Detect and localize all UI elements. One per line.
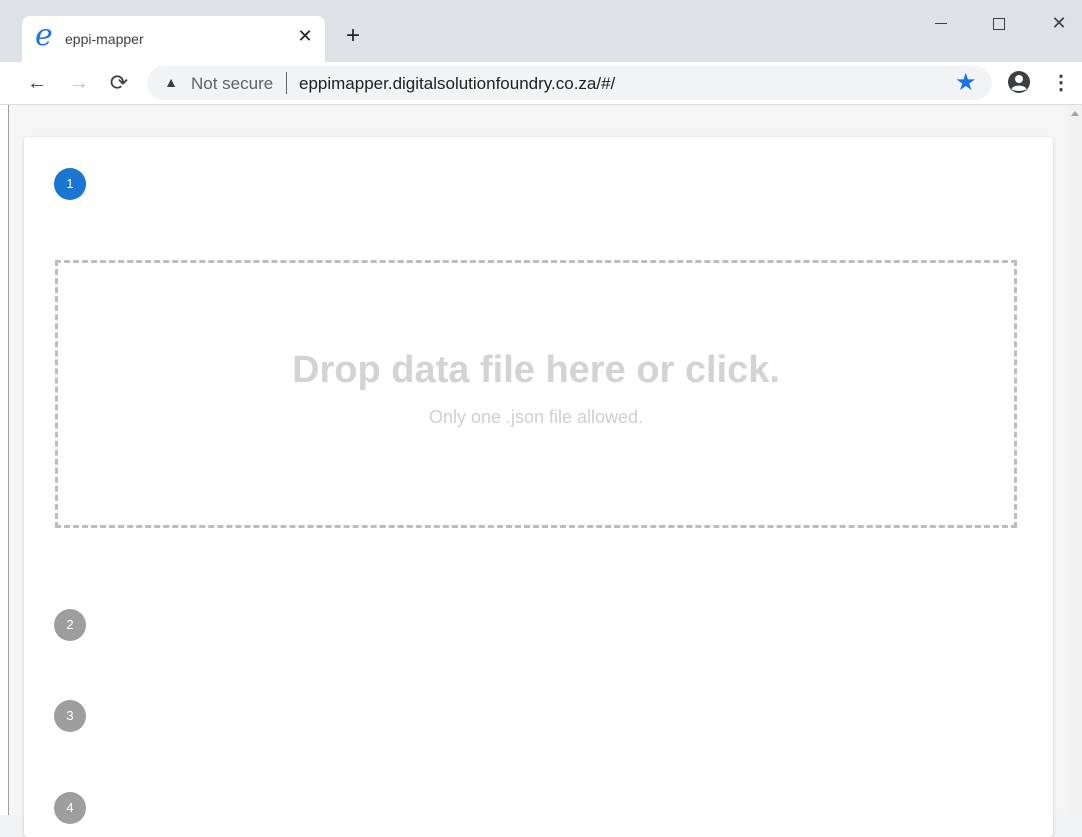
forward-arrow-icon[interactable]: → <box>66 70 92 96</box>
bookmark-star-icon[interactable]: ★ <box>955 69 977 97</box>
maximize-button[interactable] <box>975 8 1021 38</box>
scroll-up-arrow-icon[interactable] <box>1071 111 1079 116</box>
back-arrow-icon[interactable]: ← <box>24 70 50 96</box>
step-4-indicator[interactable]: 4 <box>54 792 86 824</box>
dropzone-title: Drop data file here or click. <box>292 349 780 391</box>
new-tab-button[interactable]: + <box>341 24 365 48</box>
window-close-button[interactable]: ✕ <box>1036 8 1082 38</box>
profile-avatar-icon[interactable] <box>1007 70 1031 94</box>
step-2-indicator[interactable]: 2 <box>54 609 86 641</box>
minimize-icon <box>935 23 947 24</box>
maximize-icon <box>993 18 1005 30</box>
browser-titlebar: e eppi-mapper ✕ + ✕ <box>0 0 1082 62</box>
more-menu-icon[interactable]: ⋮ <box>1051 71 1071 95</box>
stepper-card: 1 Drop data file here or click. Only one… <box>24 137 1053 837</box>
browser-tab[interactable]: e eppi-mapper ✕ <box>22 16 325 62</box>
step-1-indicator[interactable]: 1 <box>54 168 86 200</box>
eppi-favicon-icon: e <box>35 18 53 53</box>
warning-icon[interactable]: ▲ <box>163 74 179 90</box>
address-bar[interactable]: ▲ Not secure eppimapper.digitalsolutionf… <box>147 66 992 100</box>
omnibox-divider <box>286 72 287 94</box>
tab-close-icon[interactable]: ✕ <box>295 26 315 46</box>
minimize-button[interactable] <box>918 8 964 38</box>
file-dropzone[interactable]: Drop data file here or click. Only one .… <box>55 260 1017 528</box>
background-window-edge <box>0 105 9 815</box>
url-text[interactable]: eppimapper.digitalsolutionfoundry.co.za/… <box>299 74 615 94</box>
security-status[interactable]: Not secure <box>191 74 273 94</box>
tab-title: eppi-mapper <box>65 31 144 47</box>
step-3-indicator[interactable]: 3 <box>54 700 86 732</box>
browser-toolbar: ← → ⟳ ▲ Not secure eppimapper.digitalsol… <box>0 62 1082 105</box>
vertical-scrollbar[interactable] <box>1068 105 1082 815</box>
reload-icon[interactable]: ⟳ <box>106 70 132 96</box>
page-viewport: 1 Drop data file here or click. Only one… <box>0 105 1082 837</box>
dropzone-subtitle: Only one .json file allowed. <box>428 407 644 427</box>
